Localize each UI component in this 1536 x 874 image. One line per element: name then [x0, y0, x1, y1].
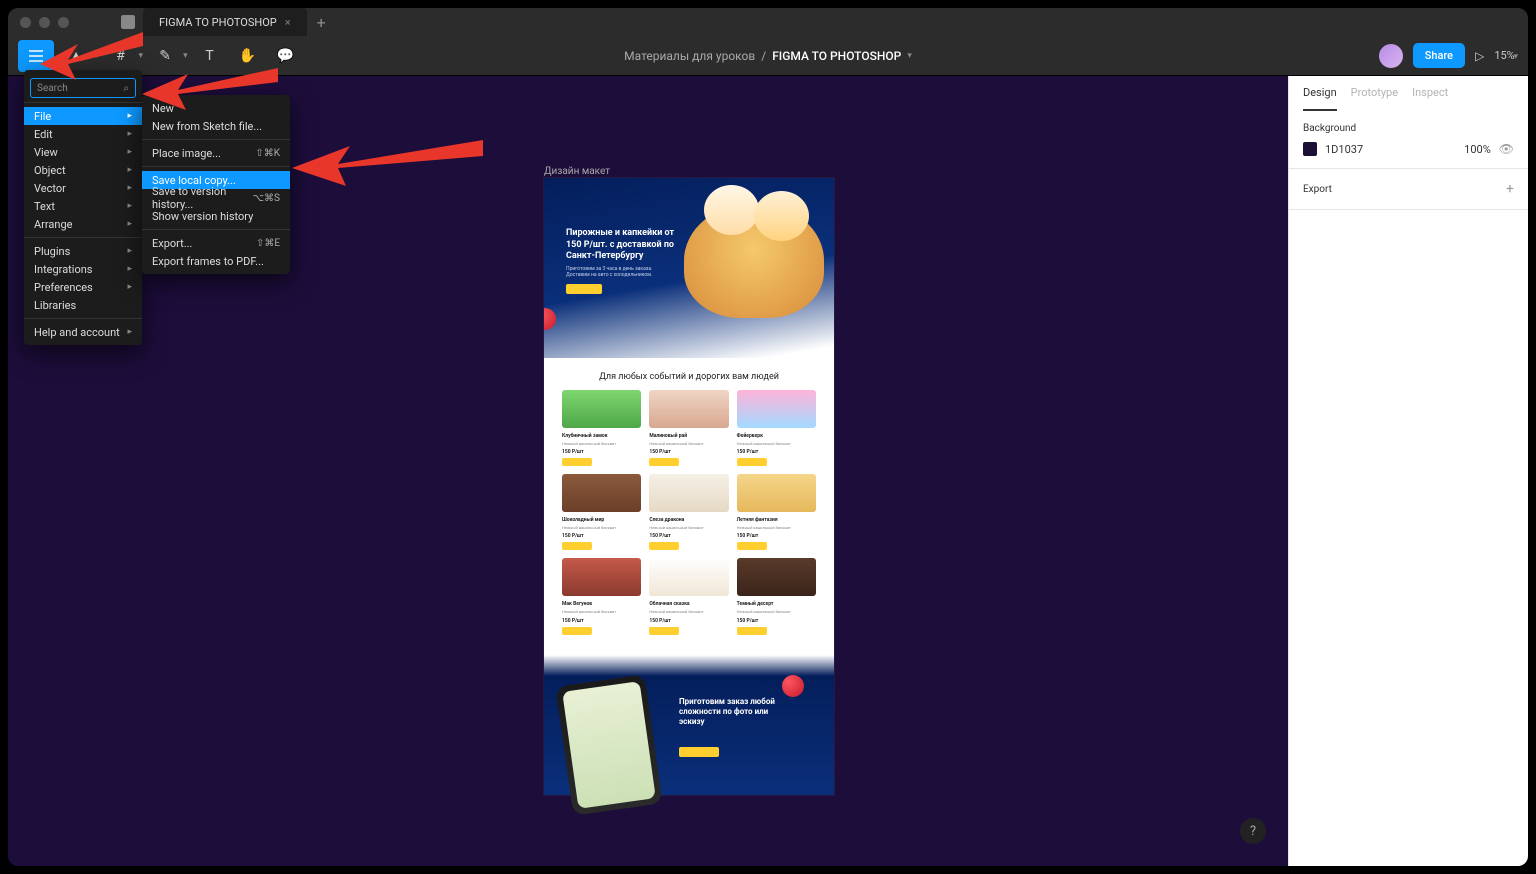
product-card: Летняя фантазияНежный ванильный бисквит1… — [737, 474, 816, 550]
export-label: Export — [1303, 184, 1332, 195]
menu-plugins[interactable]: Plugins▸ — [24, 242, 142, 260]
product-card: Малиновый райНежный ванильный бисквит150… — [649, 390, 728, 466]
tab-design[interactable]: Design — [1303, 86, 1337, 111]
file-tab[interactable]: FIGMA TO PHOTOSHOP × — [143, 8, 307, 36]
chevron-down-icon: ▾ — [907, 51, 912, 61]
chevron-down-icon: ▾ — [1513, 52, 1518, 62]
menu-libraries[interactable]: Libraries — [24, 296, 142, 314]
help-button[interactable]: ? — [1240, 818, 1266, 844]
tab-inspect[interactable]: Inspect — [1412, 86, 1448, 111]
product-card: Шоколадный мирНежный ванильный бисквит15… — [562, 474, 641, 550]
search-icon: ⌕ — [123, 83, 129, 94]
chevron-right-icon: ▸ — [127, 111, 132, 121]
add-export-button[interactable]: + — [1506, 181, 1514, 197]
annotation-arrow-3 — [288, 132, 483, 187]
zoom-control[interactable]: 15% ▾ — [1494, 49, 1518, 62]
menu-integrations[interactable]: Integrations▸ — [24, 260, 142, 278]
breadcrumb-folder: Материалы для уроков — [624, 49, 755, 63]
new-tab-button[interactable]: + — [317, 13, 326, 32]
file-submenu: New New from Sketch file... Place image.… — [142, 95, 290, 274]
product-card: ФейерверкНежный ванильный бисквит150 Р/ш… — [737, 390, 816, 466]
section-title: Для любых событий и дорогих вам людей — [544, 358, 834, 390]
menu-edit[interactable]: Edit▸ — [24, 125, 142, 143]
submenu-save-history[interactable]: Save to version history...⌥⌘S — [142, 189, 290, 207]
product-card: Темный десертНежный ванильный бисквит150… — [737, 558, 816, 634]
search-placeholder: Search — [37, 83, 68, 94]
bg-hex[interactable]: 1D1037 — [1325, 143, 1456, 156]
bg-swatch[interactable] — [1303, 142, 1317, 156]
cta-button — [679, 747, 719, 757]
hero-subtitle: Приготовим за 3 часа в день заказа. Дост… — [566, 266, 666, 278]
menu-vector[interactable]: Vector▸ — [24, 179, 142, 197]
share-button[interactable]: Share — [1413, 43, 1465, 68]
breadcrumb[interactable]: Материалы для уроков / FIGMA TO PHOTOSHO… — [624, 49, 912, 63]
submenu-new-sketch[interactable]: New from Sketch file... — [142, 117, 290, 135]
close-window[interactable] — [20, 17, 31, 28]
product-card: Слеза драконаНежный ванильный бисквит150… — [649, 474, 728, 550]
menu-view[interactable]: View▸ — [24, 143, 142, 161]
hero-section: Пирожные и капкейки от 150 Р/шт. с доста… — [544, 178, 834, 358]
hero-cta-button — [566, 284, 602, 294]
annotation-arrow-1 — [38, 22, 143, 82]
submenu-export[interactable]: Export...⇧⌘E — [142, 234, 290, 252]
tab-strip: FIGMA TO PHOTOSHOP × + — [121, 8, 326, 36]
menu-text[interactable]: Text▸ — [24, 197, 142, 215]
cta-title: Приготовим заказ любой сложности по фото… — [679, 697, 779, 728]
menu-help[interactable]: Help and account▸ — [24, 323, 142, 341]
main-menu-dropdown: Search ⌕ File▸ Edit▸ View▸ Object▸ Vecto… — [24, 70, 142, 345]
present-button[interactable]: ▷ — [1475, 49, 1484, 63]
tab-prototype[interactable]: Prototype — [1351, 86, 1398, 111]
close-icon[interactable]: × — [285, 16, 291, 29]
menu-arrange[interactable]: Arrange▸ — [24, 215, 142, 233]
product-card: Клубничный замокНежный ванильный бисквит… — [562, 390, 641, 466]
bg-opacity[interactable]: 100% — [1464, 143, 1491, 156]
tab-title: FIGMA TO PHOTOSHOP — [159, 16, 277, 29]
design-frame[interactable]: Пирожные и капкейки от 150 Р/шт. с доста… — [544, 178, 834, 795]
product-card: Мак ВегуновНежный ванильный бисквит150 Р… — [562, 558, 641, 634]
annotation-arrow-2 — [138, 60, 278, 110]
product-card: Облачная сказкаНежный ванильный бисквит1… — [649, 558, 728, 634]
submenu-place-image[interactable]: Place image...⇧⌘K — [142, 144, 290, 162]
breadcrumb-file: FIGMA TO PHOTOSHOP — [772, 49, 901, 63]
menu-object[interactable]: Object▸ — [24, 161, 142, 179]
titlebar: FIGMA TO PHOTOSHOP × + — [8, 8, 1528, 36]
product-grid: Клубничный замокНежный ванильный бисквит… — [544, 390, 834, 647]
submenu-export-pdf[interactable]: Export frames to PDF... — [142, 252, 290, 270]
right-panel: Design Prototype Inspect Background 1D10… — [1288, 76, 1528, 866]
avatar[interactable] — [1379, 44, 1403, 68]
frame-label: Дизайн макет — [544, 166, 610, 177]
background-label: Background — [1303, 123, 1514, 134]
submenu-show-history[interactable]: Show version history — [142, 207, 290, 225]
panel-tabs: Design Prototype Inspect — [1289, 76, 1528, 111]
visibility-icon[interactable]: 👁 — [1499, 142, 1514, 156]
menu-preferences[interactable]: Preferences▸ — [24, 278, 142, 296]
hero-title: Пирожные и капкейки от 150 Р/шт. с доста… — [566, 228, 676, 263]
menu-file[interactable]: File▸ — [24, 107, 142, 125]
cta-section: Приготовим заказ любой сложности по фото… — [544, 655, 834, 795]
